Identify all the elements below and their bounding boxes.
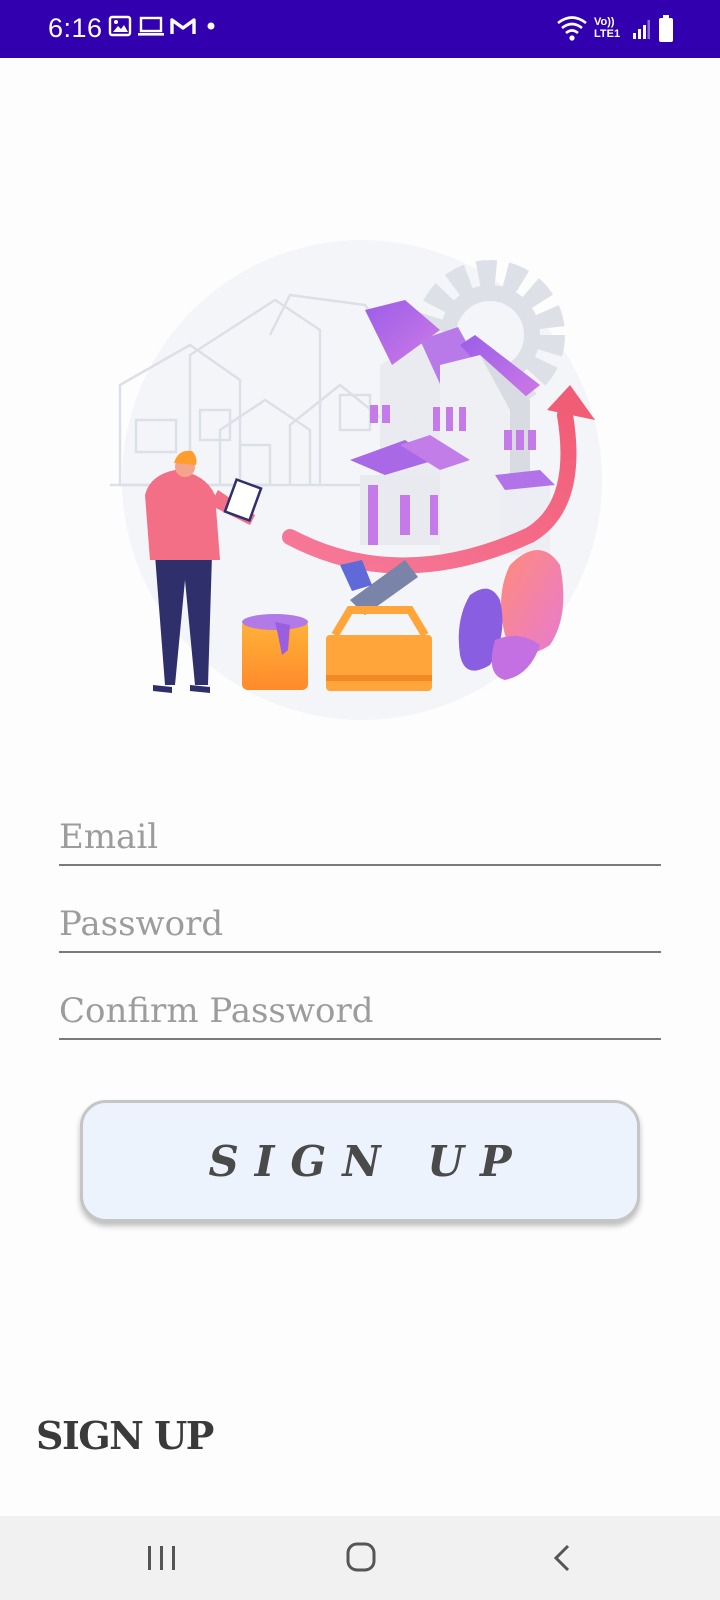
page-title: SIGN UP xyxy=(36,1413,214,1458)
sign-up-button[interactable]: SIGN UP xyxy=(80,1100,640,1222)
notification-dot-icon xyxy=(207,22,215,30)
navigation-bar xyxy=(0,1516,720,1600)
email-field[interactable] xyxy=(59,810,661,866)
gmail-icon xyxy=(170,18,196,34)
laptop-icon xyxy=(138,16,164,36)
back-icon[interactable] xyxy=(544,1538,588,1578)
gallery-icon xyxy=(108,15,132,37)
house-renovation-illustration xyxy=(110,240,602,720)
signal-icon xyxy=(633,20,650,39)
password-field[interactable] xyxy=(59,897,661,953)
paint-bucket xyxy=(242,614,308,690)
wifi-icon xyxy=(557,16,587,41)
battery-icon xyxy=(659,15,673,42)
recent-apps-icon[interactable] xyxy=(140,1538,184,1578)
status-time: 6:16 xyxy=(48,13,103,43)
sign-up-button-label: SIGN UP xyxy=(208,1136,528,1186)
status-bar: 6:16 Vo)) LTE1 xyxy=(0,0,720,58)
confirm-password-field[interactable] xyxy=(59,984,661,1040)
home-icon[interactable] xyxy=(340,1538,384,1578)
network-label: Vo)) LTE1 xyxy=(594,16,621,40)
